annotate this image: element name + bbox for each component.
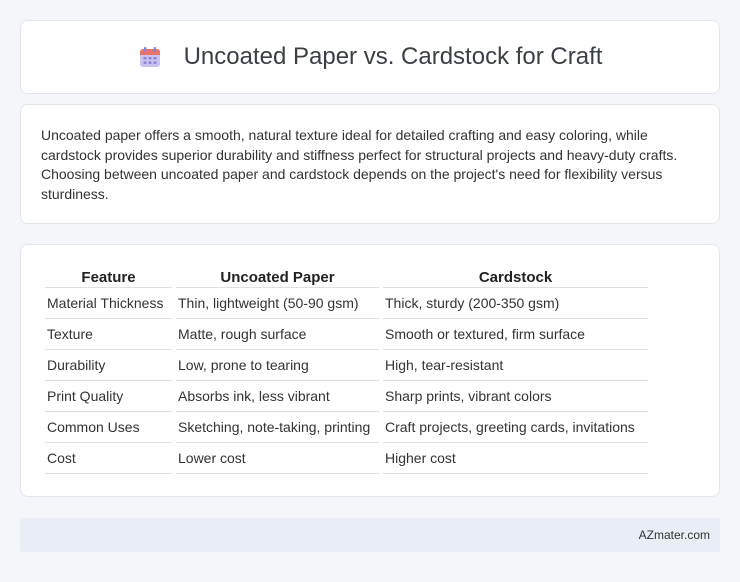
table-row: Print Quality Absorbs ink, less vibrant … — [45, 381, 648, 412]
page-title: Uncoated Paper vs. Cardstock for Craft — [183, 43, 603, 70]
table-row: Material Thickness Thin, lightweight (50… — [45, 288, 648, 319]
table-row: Cost Lower cost Higher cost — [45, 443, 648, 474]
cardstock-cell: Sharp prints, vibrant colors — [383, 381, 648, 412]
uncoated-cell: Lower cost — [176, 443, 379, 474]
table-header-row: Feature Uncoated Paper Cardstock — [45, 267, 648, 288]
uncoated-cell: Matte, rough surface — [176, 319, 379, 350]
summary-card: Uncoated paper offers a smooth, natural … — [20, 104, 720, 224]
feature-cell: Common Uses — [45, 412, 172, 443]
feature-cell: Texture — [45, 319, 172, 350]
feature-cell: Print Quality — [45, 381, 172, 412]
comparison-table: Feature Uncoated Paper Cardstock Materia… — [41, 267, 652, 474]
header-card: Uncoated Paper vs. Cardstock for Craft — [20, 20, 720, 94]
header: Uncoated Paper vs. Cardstock for Craft — [138, 43, 603, 71]
uncoated-cell: Sketching, note-taking, printing — [176, 412, 379, 443]
feature-cell: Durability — [45, 350, 172, 381]
uncoated-cell: Thin, lightweight (50-90 gsm) — [176, 288, 379, 319]
feature-cell: Cost — [45, 443, 172, 474]
header-uncoated-paper: Uncoated Paper — [176, 267, 379, 288]
summary-text: Uncoated paper offers a smooth, natural … — [41, 127, 678, 202]
uncoated-cell: Absorbs ink, less vibrant — [176, 381, 379, 412]
cardstock-cell: Higher cost — [383, 443, 648, 474]
table-row: Common Uses Sketching, note-taking, prin… — [45, 412, 648, 443]
calendar-icon — [138, 45, 162, 69]
header-cardstock: Cardstock — [383, 267, 648, 288]
comparison-card: Feature Uncoated Paper Cardstock Materia… — [20, 244, 720, 497]
footer: AZmater.com — [20, 518, 720, 552]
footer-source-link[interactable]: AZmater.com — [639, 528, 710, 542]
cardstock-cell: Craft projects, greeting cards, invitati… — [383, 412, 648, 443]
uncoated-cell: Low, prone to tearing — [176, 350, 379, 381]
cardstock-cell: Smooth or textured, firm surface — [383, 319, 648, 350]
header-feature: Feature — [45, 267, 172, 288]
table-row: Durability Low, prone to tearing High, t… — [45, 350, 648, 381]
table-row: Texture Matte, rough surface Smooth or t… — [45, 319, 648, 350]
cardstock-cell: High, tear-resistant — [383, 350, 648, 381]
feature-cell: Material Thickness — [45, 288, 172, 319]
cardstock-cell: Thick, sturdy (200-350 gsm) — [383, 288, 648, 319]
